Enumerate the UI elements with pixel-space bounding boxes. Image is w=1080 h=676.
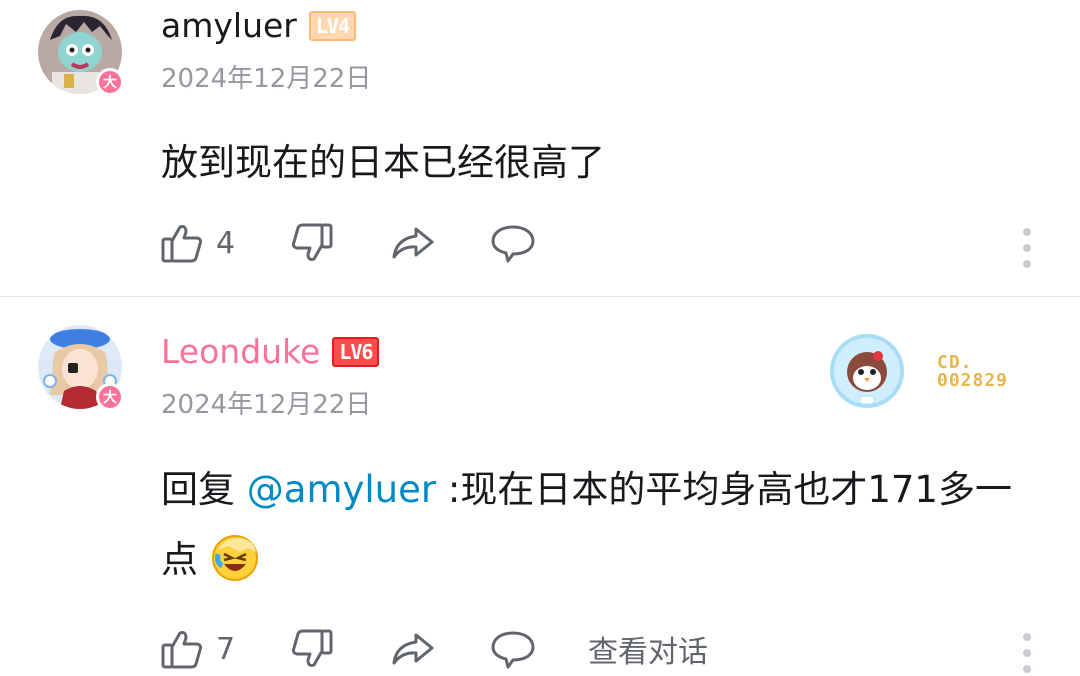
comment-item: 大 amyluer LV4 2024年12月22日 放到现在的日本已经很高了 4: [0, 0, 1080, 296]
vip-badge: 大: [96, 68, 124, 96]
username[interactable]: amyluer LV4: [161, 6, 356, 46]
fan-card-digits: 002829: [937, 370, 1009, 391]
more-options-button[interactable]: [1022, 633, 1032, 673]
comment-date: 2024年12月22日: [161, 64, 372, 94]
fan-card-badge-icon: [830, 334, 904, 408]
share-button[interactable]: [390, 221, 490, 265]
comment-item: 大 Leonduke LV6 2024年12月22日 CD. 002829 回复 …: [0, 297, 1080, 676]
more-options-button[interactable]: [1022, 228, 1032, 268]
share-icon: [392, 633, 434, 665]
username[interactable]: Leonduke LV6: [161, 332, 380, 372]
level-badge: LV4: [308, 11, 356, 41]
view-conversation-link[interactable]: 查看对话: [588, 627, 708, 671]
like-count: 4: [216, 225, 236, 261]
share-icon: [392, 227, 434, 259]
dislike-button[interactable]: [290, 221, 390, 265]
fan-card-number: CD. 002829: [937, 354, 1008, 390]
vip-badge: 大: [96, 383, 124, 411]
share-button[interactable]: [390, 627, 490, 671]
more-vertical-icon: [1023, 228, 1031, 236]
thumb-down-icon: [291, 629, 333, 667]
level-badge: LV6: [332, 337, 380, 367]
reply-prefix: 回复: [161, 468, 247, 511]
fan-card[interactable]: CD. 002829: [830, 334, 1007, 408]
thumb-down-icon: [291, 223, 333, 261]
more-vertical-icon: [1023, 633, 1031, 641]
comment-date: 2024年12月22日: [161, 390, 372, 420]
username-text[interactable]: Leonduke: [161, 332, 320, 371]
reply-bubble-icon: [491, 225, 535, 263]
thumb-up-icon: [161, 631, 203, 669]
like-count: 7: [216, 631, 236, 667]
dislike-button[interactable]: [290, 627, 390, 671]
action-bar: 4: [160, 218, 588, 268]
mention-link[interactable]: @amyluer: [247, 468, 436, 511]
reply-button[interactable]: [490, 627, 588, 671]
comment-text: 回复 @amyluer :现在日本的平均身高也才171多一点: [161, 455, 1041, 595]
reply-bubble-icon: [491, 631, 535, 669]
thumb-up-icon: [161, 225, 203, 263]
like-button[interactable]: 7: [160, 627, 290, 671]
laughing-crying-emote: [210, 532, 260, 582]
avatar[interactable]: 大: [38, 10, 124, 96]
username-text[interactable]: amyluer: [161, 6, 297, 45]
comment-text: 放到现在的日本已经很高了: [161, 141, 605, 184]
action-bar: 7 查看对话: [160, 624, 708, 674]
like-button[interactable]: 4: [160, 221, 290, 265]
reply-button[interactable]: [490, 221, 588, 265]
avatar[interactable]: 大: [38, 325, 124, 411]
